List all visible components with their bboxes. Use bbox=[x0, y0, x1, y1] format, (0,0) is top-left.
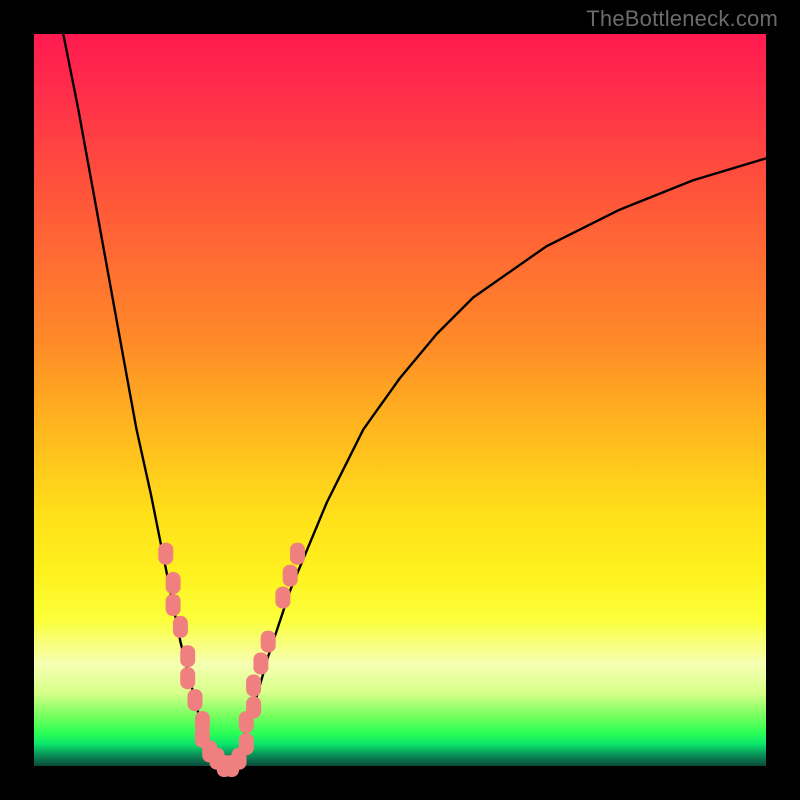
bottleneck-curve-left bbox=[63, 34, 209, 751]
marker-point bbox=[166, 594, 181, 616]
curve-group bbox=[63, 34, 766, 766]
marker-point bbox=[283, 565, 298, 587]
marker-point bbox=[246, 696, 261, 718]
marker-point bbox=[166, 572, 181, 594]
marker-point bbox=[275, 587, 290, 609]
marker-point bbox=[180, 645, 195, 667]
marker-point bbox=[188, 689, 203, 711]
outer-frame: TheBottleneck.com bbox=[0, 0, 800, 800]
marker-point bbox=[290, 543, 305, 565]
marker-point bbox=[239, 733, 254, 755]
watermark-label: TheBottleneck.com bbox=[586, 6, 778, 32]
marker-point bbox=[261, 631, 276, 653]
marker-group bbox=[158, 543, 305, 777]
marker-point bbox=[180, 667, 195, 689]
bottleneck-curve-right bbox=[239, 158, 766, 751]
marker-point bbox=[158, 543, 173, 565]
marker-point bbox=[253, 653, 268, 675]
marker-point bbox=[173, 616, 188, 638]
marker-point bbox=[246, 675, 261, 697]
chart-svg bbox=[34, 34, 766, 766]
